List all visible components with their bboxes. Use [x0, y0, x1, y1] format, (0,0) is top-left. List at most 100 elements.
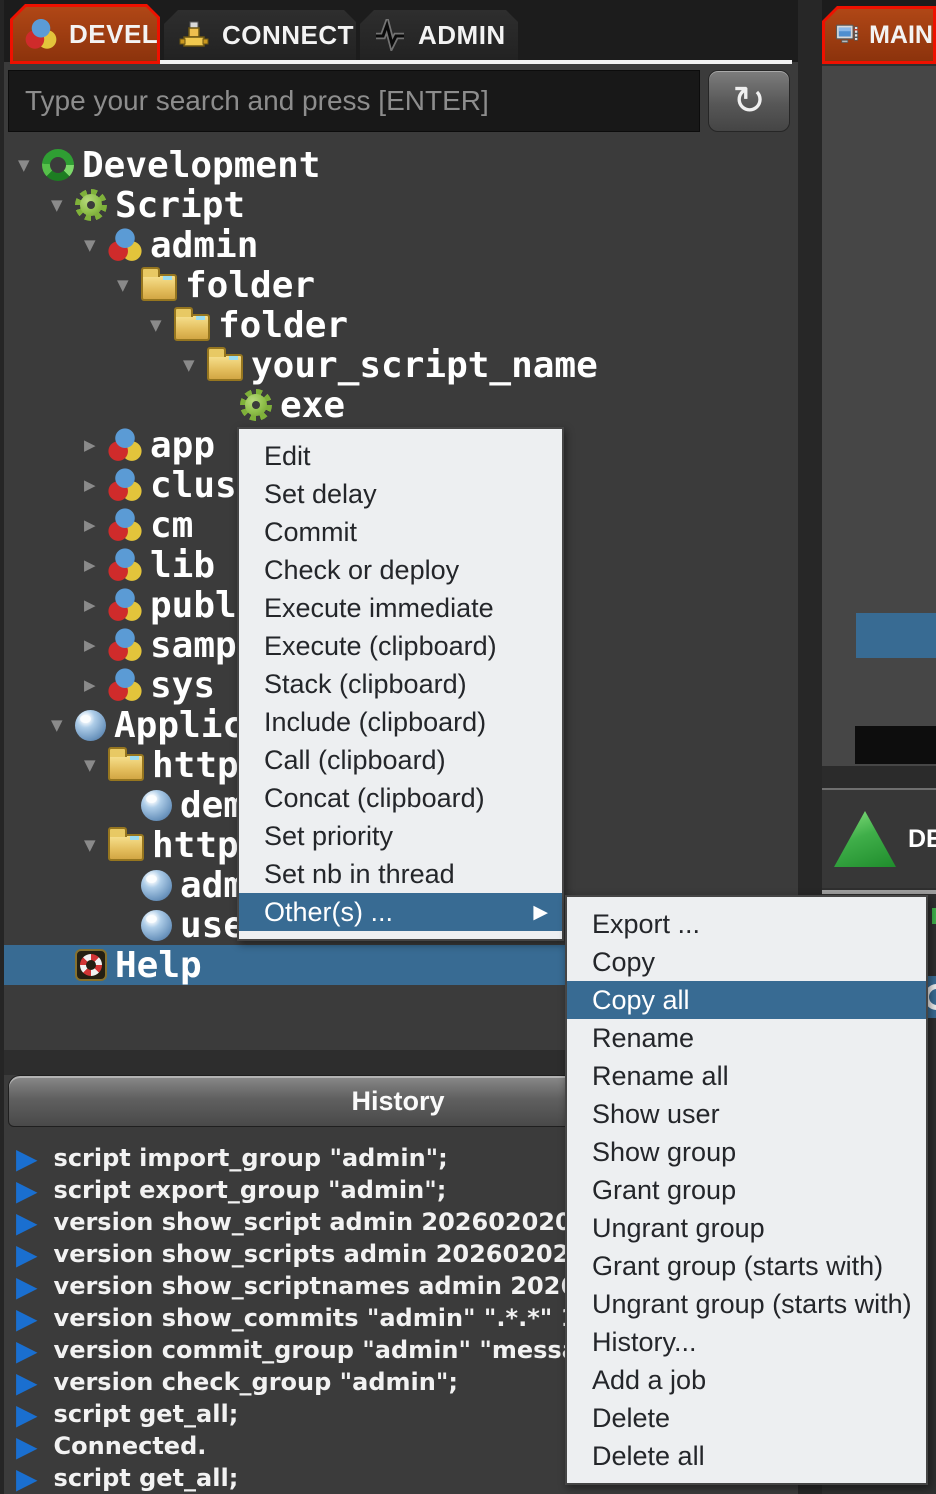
expander-icon[interactable]	[150, 316, 174, 334]
submenu-item[interactable]: Export ...	[567, 905, 926, 943]
tree-row[interactable]: folder	[4, 305, 798, 345]
expander-icon[interactable]	[84, 756, 108, 774]
expander-icon[interactable]	[51, 196, 75, 214]
context-menu-item[interactable]: Set delay	[239, 475, 562, 513]
tree-item-label: app	[150, 425, 215, 466]
pulse-wave-icon	[374, 19, 406, 51]
submenu-item-label: Delete all	[592, 1437, 705, 1475]
expander-icon[interactable]	[183, 356, 207, 374]
tree-item-icon	[141, 274, 177, 301]
tab-main[interactable]: MAIN	[822, 6, 936, 64]
expander-icon[interactable]	[84, 836, 108, 854]
context-menu-item-label: Call (clipboard)	[264, 741, 446, 779]
context-menu-item[interactable]: Call (clipboard)	[239, 741, 562, 779]
context-menu-item-label: Set delay	[264, 475, 377, 513]
tree-item-label: samp	[150, 625, 237, 666]
tree-item-icon	[240, 389, 272, 421]
history-item-text: Connected.	[54, 1432, 207, 1460]
tree-item-label: folder	[185, 265, 315, 306]
tab-connect[interactable]: CONNECT	[164, 10, 356, 60]
expander-icon[interactable]	[84, 436, 108, 454]
context-menu-item[interactable]: Concat (clipboard)	[239, 779, 562, 817]
expander-icon[interactable]	[84, 556, 108, 574]
tab-admin[interactable]: ADMIN	[360, 10, 518, 60]
expander-icon[interactable]	[84, 636, 108, 654]
context-menu-item[interactable]: Edit	[239, 437, 562, 475]
submenu-item[interactable]: Delete	[567, 1399, 926, 1437]
context-menu-item-label: Other(s) ...	[264, 893, 393, 931]
context-menu-item[interactable]: Execute (clipboard)	[239, 627, 562, 665]
submenu-item[interactable]: Rename all	[567, 1057, 926, 1095]
submenu-item[interactable]: Add a job	[567, 1361, 926, 1399]
context-menu-item[interactable]: Stack (clipboard)	[239, 665, 562, 703]
tree-row[interactable]: your_script_name	[4, 345, 798, 385]
submenu-item[interactable]: Show user	[567, 1095, 926, 1133]
tree-row[interactable]: Development	[4, 145, 798, 185]
submenu-item-label: Grant group	[592, 1171, 736, 1209]
expander-icon[interactable]	[84, 236, 108, 254]
submenu-item[interactable]: Rename	[567, 1019, 926, 1057]
tree-row[interactable]: exe	[4, 385, 798, 425]
submenu-item-label: Show user	[592, 1095, 720, 1133]
expander-icon[interactable]	[84, 596, 108, 614]
expander-icon[interactable]	[117, 276, 141, 294]
submenu-item[interactable]: History...	[567, 1323, 926, 1361]
submenu-item[interactable]: Grant group	[567, 1171, 926, 1209]
tree-row[interactable]: admin	[4, 225, 798, 265]
context-menu-item-label: Stack (clipboard)	[264, 665, 467, 703]
status-green-sliver	[932, 908, 936, 924]
tree-item-label: publ	[150, 585, 237, 626]
expander-icon[interactable]	[84, 476, 108, 494]
expander-icon[interactable]	[84, 516, 108, 534]
right-panel-divider	[822, 890, 936, 894]
context-menu-item[interactable]: Check or deploy	[239, 551, 562, 589]
context-menu-item[interactable]: Set priority	[239, 817, 562, 855]
refresh-icon: ↻	[732, 81, 766, 121]
context-menu-item[interactable]: Execute immediate	[239, 589, 562, 627]
tree-item-label: Help	[115, 945, 202, 986]
tree-item-label: http	[152, 745, 239, 786]
application-window: DEVEL CONNECT ADMIN ↻	[0, 0, 936, 1494]
code-editor[interactable]: vers #adm scri #mem "Sc #adm	[822, 66, 936, 766]
submenu-item[interactable]: Delete all	[567, 1437, 926, 1475]
context-menu-item-label: Set priority	[264, 817, 393, 855]
submenu-item[interactable]: Show group	[567, 1133, 926, 1171]
refresh-button[interactable]: ↻	[708, 70, 790, 132]
expander-icon[interactable]	[51, 716, 75, 734]
history-item-text: version show_scriptnames admin 2026020	[54, 1272, 628, 1300]
tree-row[interactable]: folder	[4, 265, 798, 305]
context-menu-item[interactable]: Set nb in thread	[239, 855, 562, 893]
panel-top-highlight	[158, 60, 792, 64]
submenu-item-label: History...	[592, 1323, 697, 1361]
search-input[interactable]	[8, 70, 700, 132]
tree-item-label: lib	[150, 545, 215, 586]
submenu-item[interactable]: Copy all	[567, 981, 926, 1019]
submenu-item[interactable]: Copy	[567, 943, 926, 981]
tree-item-label: http	[152, 825, 239, 866]
submenu: Export ... Copy Copy all Rename Rename a…	[565, 895, 928, 1485]
editor-horizontal-scrollbar[interactable]	[855, 726, 936, 764]
context-menu-item[interactable]: Other(s) ...	[239, 893, 562, 931]
context-menu-item-label: Edit	[264, 437, 311, 475]
submenu-item-label: Rename all	[592, 1057, 729, 1095]
history-item-text: script export_group "admin";	[54, 1176, 447, 1204]
submenu-item[interactable]: Ungrant group	[567, 1209, 926, 1247]
submenu-item[interactable]: Grant group (starts with)	[567, 1247, 926, 1285]
tree-item-label: adm	[180, 865, 245, 906]
context-menu-item[interactable]: Include (clipboard)	[239, 703, 562, 741]
submenu-item-label: Grant group (starts with)	[592, 1247, 883, 1285]
tree-item-icon	[108, 428, 142, 462]
tree-item-label: your_script_name	[251, 345, 598, 386]
tree-item-icon	[108, 754, 144, 781]
green-triangle-icon	[834, 811, 896, 867]
tree-item-icon	[108, 668, 142, 702]
history-item-text: version check_group "admin";	[54, 1368, 458, 1396]
submenu-item-label: Copy all	[592, 981, 690, 1019]
tab-devel[interactable]: DEVEL	[10, 4, 160, 64]
tree-row[interactable]: Script	[4, 185, 798, 225]
expander-icon[interactable]	[84, 676, 108, 694]
submenu-item[interactable]: Ungrant group (starts with)	[567, 1285, 926, 1323]
context-menu-item[interactable]: Commit	[239, 513, 562, 551]
expander-icon[interactable]	[18, 156, 42, 174]
history-item-text: version show_script admin 202602020952	[54, 1208, 622, 1236]
